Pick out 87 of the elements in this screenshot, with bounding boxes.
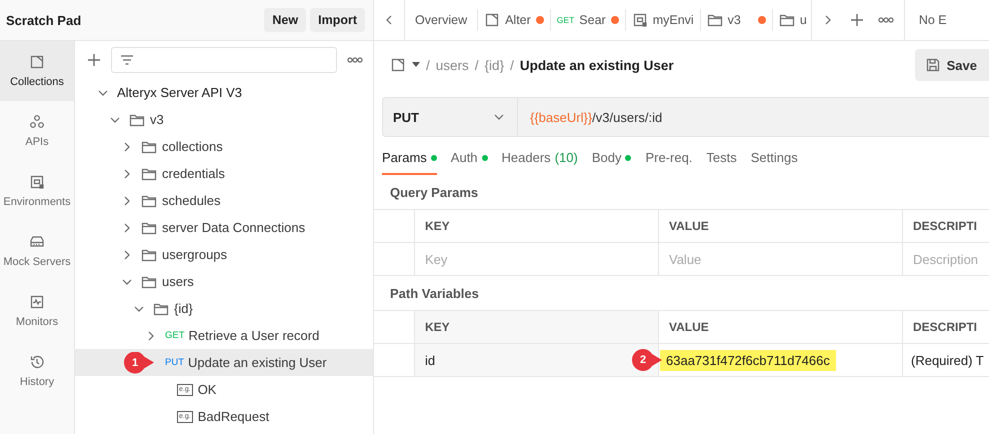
monitor-icon [29, 294, 45, 310]
open-tab[interactable]: GET Sear [550, 9, 626, 31]
tree-item-label: v3 [150, 112, 164, 127]
column-header: VALUE [658, 311, 902, 344]
tree-item-label: {id} [174, 301, 193, 316]
request-tab[interactable]: Pre-req. [645, 150, 692, 175]
tree-item-label: users [162, 274, 194, 289]
tree-item-label: Update an existing User [188, 355, 327, 370]
tree-item[interactable]: usergroups [75, 241, 373, 268]
folder-icon [778, 12, 795, 28]
tree-item[interactable]: credentials [75, 160, 373, 187]
more-icon[interactable] [347, 57, 363, 63]
tree-item-label: server Data Connections [162, 220, 306, 235]
tree-item[interactable]: Alteryx Server API V3 [75, 79, 373, 106]
column-header: KEY [414, 210, 658, 243]
unsaved-dot [536, 16, 544, 24]
open-tab[interactable]: Overview [405, 9, 478, 31]
tree-item[interactable]: schedules [75, 187, 373, 214]
tree-item-label: credentials [162, 166, 225, 181]
tree-item[interactable]: server Data Connections [75, 214, 373, 241]
column-header: VALUE [658, 210, 902, 243]
method-label: GET [556, 15, 574, 25]
request-tab[interactable]: Settings [750, 150, 798, 175]
new-button[interactable]: New [264, 8, 306, 32]
import-button[interactable]: Import [310, 8, 365, 32]
collection-icon [29, 54, 45, 70]
open-tab[interactable]: u [772, 9, 811, 31]
tree-item[interactable]: users [75, 268, 373, 295]
add-icon[interactable] [850, 13, 864, 27]
request-title: Update an existing User [520, 58, 675, 72]
breadcrumb-separator: / [510, 58, 514, 72]
tree-item[interactable]: {id} [75, 295, 373, 322]
sidebar-item[interactable]: APIs [0, 101, 74, 161]
unsaved-dot [758, 16, 766, 24]
sidebar-item[interactable]: Environments [0, 161, 74, 221]
add-icon[interactable] [87, 53, 101, 67]
filter-icon [120, 54, 134, 66]
tree-item-label: Alteryx Server API V3 [117, 85, 242, 100]
open-tab[interactable]: Alter [478, 9, 551, 31]
breadcrumb-separator: / [426, 58, 430, 72]
tree-item-label: collections [162, 139, 223, 154]
folder-icon [706, 12, 723, 28]
request-tab[interactable]: Headers (10) [502, 150, 578, 175]
breadcrumb-separator: / [474, 58, 479, 72]
method-label: PUT [165, 357, 184, 368]
environment-selector[interactable]: No E [904, 0, 951, 40]
unsaved-dot [610, 16, 619, 24]
tree-item-label: OK [198, 382, 216, 397]
history-icon [29, 354, 45, 370]
request-tab[interactable]: Params [382, 150, 437, 175]
open-tab[interactable]: v3 [700, 9, 773, 31]
tree-item-label: usergroups [162, 247, 228, 262]
request-tab[interactable]: Body [592, 150, 632, 175]
tree-item[interactable]: collections [75, 133, 373, 160]
column-header: DESCRIPTI [902, 311, 989, 344]
section-title: Path Variables [389, 285, 480, 303]
filter-field[interactable] [111, 47, 337, 73]
sidebar-item[interactable]: Monitors [0, 281, 74, 341]
tree-item[interactable]: v3 [75, 106, 373, 133]
tree-item-label: BadRequest [198, 409, 270, 424]
sidebar-item[interactable]: Mock Servers [0, 221, 74, 281]
sidebar-item[interactable]: Collections [0, 41, 74, 101]
environment-icon [29, 174, 45, 190]
save-button[interactable]: Save [914, 49, 989, 81]
method-label: GET [165, 330, 185, 341]
tree-item-label: Retrieve a User record [188, 328, 320, 343]
save-icon [924, 57, 941, 73]
tree-item[interactable]: 1 PUT Update an existing User [75, 349, 373, 376]
table-input[interactable]: 63aa731f472f6cb711d7466c [660, 350, 836, 370]
collection-icon [484, 12, 500, 28]
open-tab[interactable]: myEnvi [626, 9, 701, 31]
request-tab[interactable]: Auth [450, 150, 488, 175]
environment-icon [632, 12, 648, 28]
collection-icon [390, 57, 406, 73]
sidebar-item[interactable]: History [0, 341, 74, 401]
more-icon[interactable] [878, 17, 894, 23]
tree-item-label: schedules [162, 193, 221, 208]
callout-badge: 1 [124, 352, 154, 374]
workspace-title: Scratch Pad [6, 12, 82, 28]
caret-icon[interactable] [412, 62, 420, 68]
column-header: DESCRIPTI [902, 210, 989, 243]
column-header: KEY [414, 311, 658, 344]
section-title: Query Params [389, 184, 480, 202]
table-cell: (Required) T [902, 344, 989, 377]
apis-icon [29, 114, 45, 130]
tree-item[interactable]: GET Retrieve a User record [75, 322, 373, 349]
request-tab[interactable]: Tests [706, 150, 737, 175]
